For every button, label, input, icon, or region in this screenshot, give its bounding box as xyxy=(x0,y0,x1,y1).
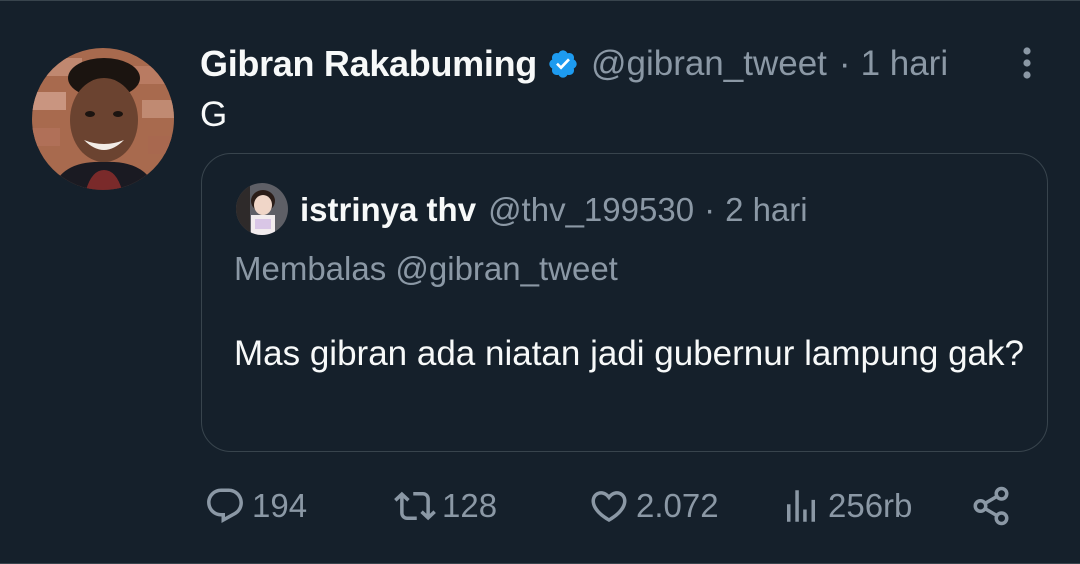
quoted-author-handle[interactable]: @thv_199530 xyxy=(488,191,694,229)
author-handle[interactable]: @gibran_tweet xyxy=(591,44,827,84)
reply-button[interactable]: 194 xyxy=(204,481,307,531)
action-bar: 194 128 2.072 256rb xyxy=(0,481,1080,531)
heart-icon xyxy=(591,491,627,523)
share-button[interactable] xyxy=(970,481,1012,531)
quoted-author-name[interactable]: istrinya thv xyxy=(300,191,476,229)
author-avatar[interactable] xyxy=(32,48,174,190)
quoted-author-avatar[interactable] xyxy=(236,183,288,235)
quoted-tweet-header: istrinya thv @thv_199530 · 2 hari xyxy=(300,188,808,232)
tweet-header: Gibran Rakabuming @gibran_tweet · 1 hari xyxy=(200,39,948,89)
reply-count: 194 xyxy=(252,487,308,524)
quoted-separator-dot: · xyxy=(704,191,716,228)
tweet-text: G xyxy=(200,95,228,134)
retweet-button[interactable]: 128 xyxy=(394,481,497,531)
author-name[interactable]: Gibran Rakabuming xyxy=(200,43,537,85)
quoted-timestamp[interactable]: 2 hari xyxy=(725,191,808,229)
reply-icon xyxy=(207,488,243,523)
separator-dot: · xyxy=(838,44,851,83)
quoted-tweet-text: Mas gibran ada niatan jadi gubernur lamp… xyxy=(234,334,1024,373)
share-icon xyxy=(973,486,1009,526)
like-button[interactable]: 2.072 xyxy=(588,481,719,531)
more-vertical-icon[interactable] xyxy=(1012,43,1042,83)
like-count: 2.072 xyxy=(636,487,719,524)
retweet-count: 128 xyxy=(442,487,498,524)
tweet-timestamp[interactable]: 1 hari xyxy=(861,44,949,84)
views-icon xyxy=(787,490,815,522)
retweet-icon xyxy=(394,491,436,521)
quoted-tweet[interactable]: istrinya thv @thv_199530 · 2 hari Membal… xyxy=(201,153,1048,452)
author-avatar-image xyxy=(32,48,174,190)
verified-badge-icon xyxy=(547,48,579,80)
views-count: 256rb xyxy=(828,487,913,524)
reply-to-label: Membalas @gibran_tweet xyxy=(234,250,618,287)
tweet-card[interactable]: Gibran Rakabuming @gibran_tweet · 1 hari… xyxy=(0,0,1080,564)
views-button[interactable]: 256rb xyxy=(780,481,912,531)
quoted-avatar-image xyxy=(236,183,288,235)
